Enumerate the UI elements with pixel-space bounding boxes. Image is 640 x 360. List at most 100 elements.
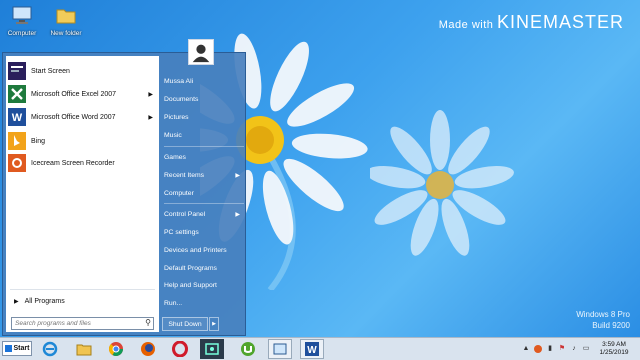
start-button[interactable]: Start [2,341,32,356]
places-item-label: Help and Support [164,281,217,289]
excel-icon [8,85,26,103]
desktop: Computer New folder Made with KINEMASTER… [0,0,640,337]
places-item-label: Mussa Ali [164,77,194,85]
shutdown-button[interactable]: Shut Down [162,317,208,331]
submenu-arrow-icon: ▶ [235,172,240,179]
taskbar-app-opera[interactable] [168,339,192,359]
places-item-pc-settings[interactable]: PC settings [164,225,244,239]
bing-icon [8,132,26,150]
start-label: Start [13,345,30,352]
program-icecream-recorder[interactable]: Icecream Screen Recorder [8,153,157,173]
desktop-icon-computer[interactable]: Computer [2,4,42,37]
places-item-control-panel[interactable]: Control Panel ▶ [164,207,244,221]
utorrent-icon [241,342,255,356]
places-item-label: Documents [164,95,199,103]
places-item-games[interactable]: Games [164,150,244,164]
places-item-label: Computer [164,189,194,197]
watermark-prefix: Made with [438,19,497,31]
desktop-icon-label: New folder [50,30,82,37]
taskbar-app-word[interactable]: W [300,339,324,359]
submenu-arrow-icon: ▶ [148,114,153,121]
places-item-label: Pictures [164,113,189,121]
all-programs-label: All Programs [24,297,65,305]
security-flag-icon[interactable]: ⚑ [558,345,566,353]
program-bing[interactable]: Bing [8,131,157,151]
places-item-label: Music [164,131,182,139]
places-pane: Mussa Ali Documents Pictures Music Games… [160,39,246,337]
taskbar-app-internet-explorer[interactable] [38,339,62,359]
divider [10,289,155,290]
chevron-right-icon: ▶ [212,321,216,327]
start-menu: Start Screen Microsoft Office Excel 2007… [2,39,246,337]
program-word-2007[interactable]: W Microsoft Office Word 2007 ▶ [8,107,157,127]
recorder-tray-icon[interactable] [534,345,542,353]
search-input[interactable] [12,318,143,329]
kinemaster-watermark: Made with KINEMASTER [439,12,624,33]
battery-icon[interactable]: ▭ [582,345,590,353]
clock[interactable]: 3:59 AM 1/25/2019 [592,341,636,357]
folder-icon [56,9,76,24]
network-icon[interactable]: ▮ [546,345,554,353]
file-explorer-icon [76,344,92,356]
windows-explorer-icon [273,343,287,355]
firefox-icon [141,342,155,356]
taskbar-app-utorrent[interactable] [236,339,260,359]
all-programs-button[interactable]: ▶ All Programs [8,293,157,309]
places-item-music[interactable]: Music [164,128,244,142]
os-build: Build 9200 [592,321,630,330]
search-icon[interactable]: ⚲ [145,318,151,327]
programs-pane: Start Screen Microsoft Office Excel 2007… [6,56,159,332]
clock-time: 3:59 AM [602,341,626,348]
word-icon: W [305,342,319,356]
clock-date: 1/25/2019 [599,349,629,356]
show-hidden-icons-icon[interactable]: ▲ [522,345,530,353]
places-item-devices-printers[interactable]: Devices and Printers [164,243,244,257]
screen-recorder-icon [205,343,219,355]
opera-icon [172,341,188,357]
places-item-pictures[interactable]: Pictures [164,110,244,124]
taskbar-app-screen-recorder[interactable] [200,339,224,359]
program-label: Microsoft Office Excel 2007 [31,90,117,98]
places-item-label: Control Panel [164,210,206,218]
desktop-icon-label: Computer [7,30,37,37]
submenu-arrow-icon: ▶ [148,91,153,98]
program-start-screen[interactable]: Start Screen [8,61,157,81]
places-item-run[interactable]: Run... [164,296,244,310]
desktop-icon-new-folder[interactable]: New folder [46,4,86,37]
places-item-help-support[interactable]: Help and Support [164,278,244,292]
volume-icon[interactable]: ♪ [570,345,578,353]
places-item-recent-items[interactable]: Recent Items ▶ [164,168,244,182]
program-label: Start Screen [31,67,70,75]
places-item-label: PC settings [164,228,199,236]
shutdown-options-button[interactable]: ▶ [209,317,219,331]
places-item-label: Default Programs [164,264,217,272]
submenu-arrow-icon: ▶ [235,211,240,218]
search-box[interactable]: ⚲ [11,317,154,330]
word-icon: W [8,108,26,126]
places-item-label: Run... [164,299,183,307]
divider [164,203,244,204]
program-label: Bing [31,137,46,145]
places-item-label: Games [164,153,186,161]
program-excel-2007[interactable]: Microsoft Office Excel 2007 ▶ [8,84,157,104]
computer-icon [12,6,32,24]
shutdown-label: Shut Down [168,320,202,328]
places-item-label: Recent Items [164,171,205,179]
watermark-brand: KINEMASTER [496,12,624,32]
taskbar-app-firefox[interactable] [136,339,160,359]
user-avatar-icon[interactable] [188,39,214,65]
triangle-right-icon: ▶ [14,298,19,305]
taskbar-app-chrome[interactable] [104,339,128,359]
divider [164,146,244,147]
places-item-computer[interactable]: Computer [164,186,244,200]
windows-logo-icon [4,345,12,352]
taskbar: Start W ▲ ▮ ⚑ ♪ ▭ 3:59 AM 1/25/2019 [0,337,640,360]
taskbar-app-windows-explorer[interactable] [268,339,292,359]
places-item-default-programs[interactable]: Default Programs [164,261,244,275]
places-item-user[interactable]: Mussa Ali [164,74,244,88]
taskbar-app-file-explorer[interactable] [72,339,96,359]
places-item-documents[interactable]: Documents [164,92,244,106]
icecream-recorder-icon [8,154,26,172]
system-tray: ▲ ▮ ⚑ ♪ ▭ 3:59 AM 1/25/2019 [520,338,636,360]
windows-version-text: Windows 8 Pro Build 9200 [576,309,630,331]
